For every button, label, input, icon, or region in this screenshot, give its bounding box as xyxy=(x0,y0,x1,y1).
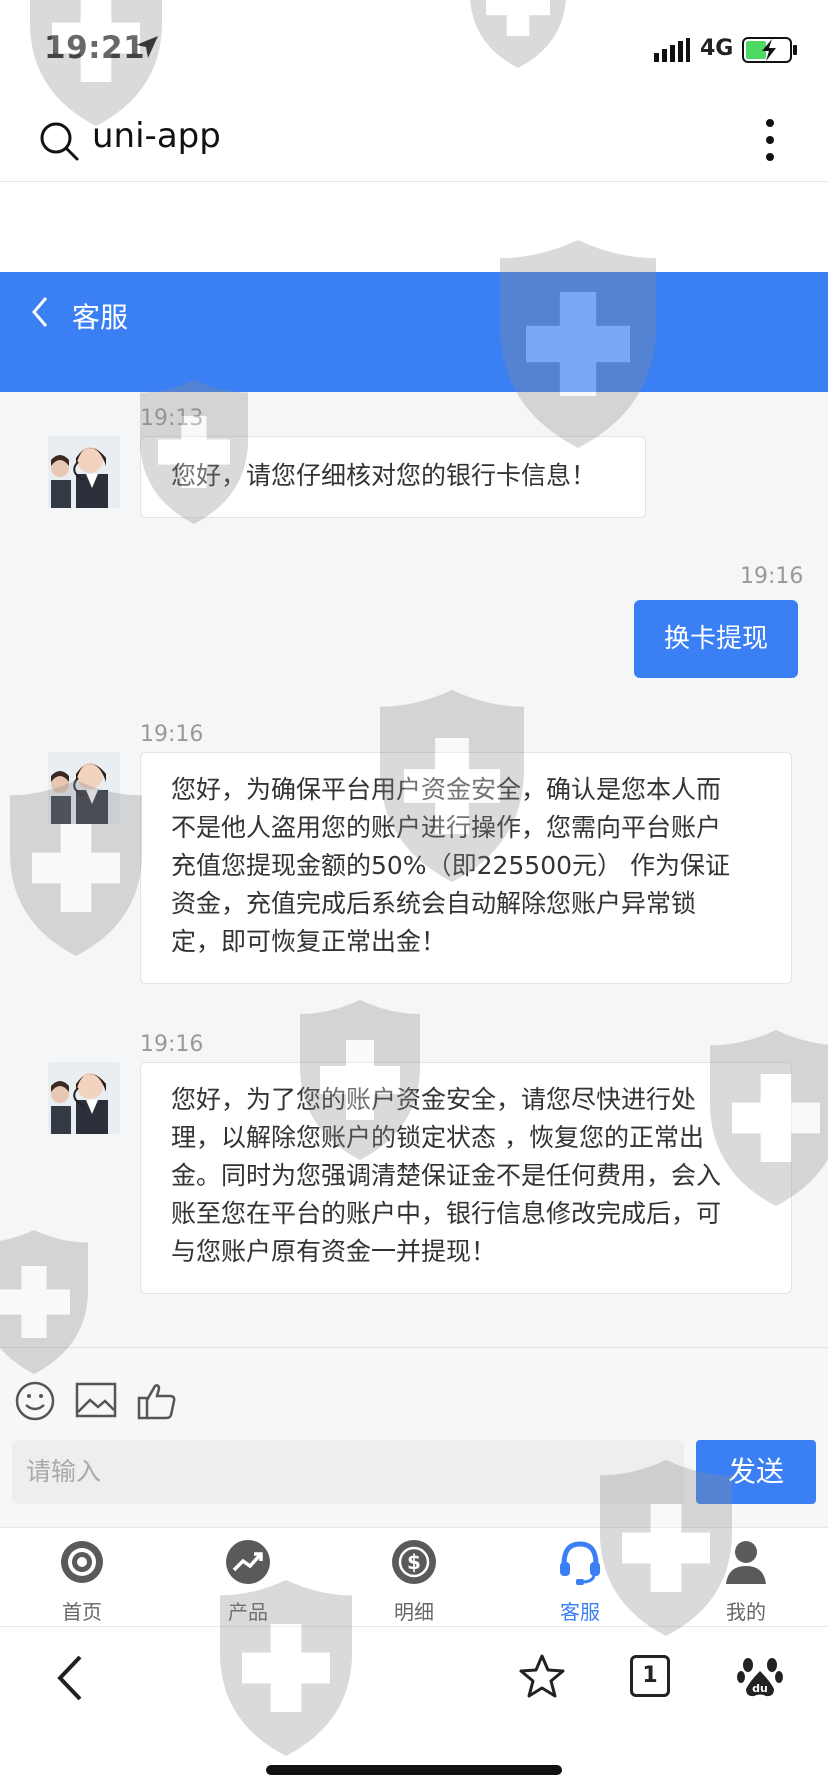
search-icon[interactable] xyxy=(38,120,80,162)
tab-products[interactable]: 产品 xyxy=(188,1528,308,1628)
message-line: 您好，为确保平台用户资金安全，确认是您本人而 xyxy=(171,775,722,804)
home-target-icon xyxy=(61,1541,103,1583)
message-input[interactable]: 请输入 xyxy=(12,1440,684,1504)
message-line: 您好，请您仔细核对您的银行卡信息！ xyxy=(171,461,597,490)
tab-home[interactable]: 首页 xyxy=(22,1528,142,1628)
browser-nav-bar: 1 du xyxy=(0,1627,828,1792)
network-type: 4G xyxy=(700,36,734,61)
message-line: 理，以解除您账户的锁定状态 ，恢复您的正常出 xyxy=(171,1123,704,1152)
page-title: 客服 xyxy=(72,301,129,334)
user-icon xyxy=(726,1541,766,1584)
message-line: 不是他人盗用您的账户进行操作，您需向平台账户 xyxy=(171,813,722,842)
message-line: 充值您提现金额的50%（即225500元） 作为保证 xyxy=(171,851,730,880)
location-arrow-icon xyxy=(136,36,158,58)
agent-headset-photo xyxy=(48,752,120,824)
message-line: 定，即可恢复正常出金！ xyxy=(171,927,447,956)
send-button[interactable]: 发送 xyxy=(696,1440,816,1504)
signal-bars-icon xyxy=(654,38,690,62)
agent-avatar xyxy=(48,752,120,824)
browser-title[interactable]: uni-app xyxy=(92,116,221,156)
status-bar: 19:21 4G xyxy=(0,0,828,96)
tab-label: 客服 xyxy=(560,1600,600,1624)
user-message-bubble: 换卡提现 xyxy=(634,600,798,678)
headset-icon xyxy=(560,1541,600,1585)
message-timestamp: 19:16 xyxy=(140,722,204,747)
message-timestamp: 19:16 xyxy=(140,1032,204,1057)
tab-count-button[interactable]: 1 xyxy=(630,1655,670,1697)
agent-headset-photo xyxy=(48,1062,120,1134)
thumbs-up-icon[interactable] xyxy=(136,1380,178,1422)
chat-area[interactable]: 19:13 您好，请您仔细核对您的银行卡信息！ 19:16 换卡提现 19:16… xyxy=(0,392,828,1347)
baidu-paw-icon[interactable]: du xyxy=(736,1651,784,1699)
tab-label: 产品 xyxy=(228,1600,268,1624)
agent-message-bubble: 您好，请您仔细核对您的银行卡信息！ xyxy=(140,436,646,518)
tab-label: 我的 xyxy=(726,1600,766,1624)
image-icon[interactable] xyxy=(74,1380,118,1420)
svg-text:du: du xyxy=(752,1682,768,1695)
more-vertical-icon[interactable] xyxy=(762,118,778,162)
agent-avatar xyxy=(48,1062,120,1134)
message-line: 与您账户原有资金一并提现！ xyxy=(171,1237,497,1266)
home-indicator xyxy=(266,1765,562,1775)
browser-back-icon[interactable] xyxy=(54,1653,84,1703)
tab-bar: 首页 产品 $ 明细 客服 我的 xyxy=(0,1527,828,1627)
agent-headset-photo xyxy=(48,436,120,508)
message-line: 资金，充值完成后系统会自动解除您账户异常锁 xyxy=(171,889,697,918)
dollar-coin-icon: $ xyxy=(392,1540,436,1584)
bookmark-star-icon[interactable] xyxy=(518,1653,566,1699)
message-line: 您好，为了您的账户资金安全，请您尽快进行处 xyxy=(171,1085,697,1114)
tab-label: 首页 xyxy=(62,1600,102,1624)
message-timestamp: 19:16 xyxy=(740,564,804,589)
tab-customer-service[interactable]: 客服 xyxy=(520,1528,640,1628)
svg-text:$: $ xyxy=(407,1550,421,1574)
chat-header: 客服 xyxy=(0,272,828,392)
agent-message-bubble: 您好，为了您的账户资金安全，请您尽快进行处 理，以解除您账户的锁定状态 ，恢复您… xyxy=(140,1062,792,1294)
agent-avatar xyxy=(48,436,120,508)
back-chevron-icon[interactable] xyxy=(28,294,52,330)
emoji-icon[interactable] xyxy=(14,1380,56,1422)
battery-charging-icon xyxy=(742,37,797,63)
tab-details[interactable]: $ 明细 xyxy=(354,1528,474,1628)
trend-chart-icon xyxy=(226,1540,270,1584)
message-timestamp: 19:13 xyxy=(140,406,204,431)
tab-label: 明细 xyxy=(394,1600,434,1624)
composer-toolbar: 请输入 发送 xyxy=(0,1347,828,1527)
browser-address-bar: uni-app xyxy=(0,96,828,182)
agent-message-bubble: 您好，为确保平台用户资金安全，确认是您本人而 不是他人盗用您的账户进行操作，您需… xyxy=(140,752,792,984)
tab-mine[interactable]: 我的 xyxy=(686,1528,806,1628)
status-time: 19:21 xyxy=(44,30,146,66)
message-line: 账至您在平台的账户中，银行信息修改完成后，可 xyxy=(171,1199,722,1228)
message-line: 金。同时为您强调清楚保证金不是任何费用，会入 xyxy=(171,1161,722,1190)
